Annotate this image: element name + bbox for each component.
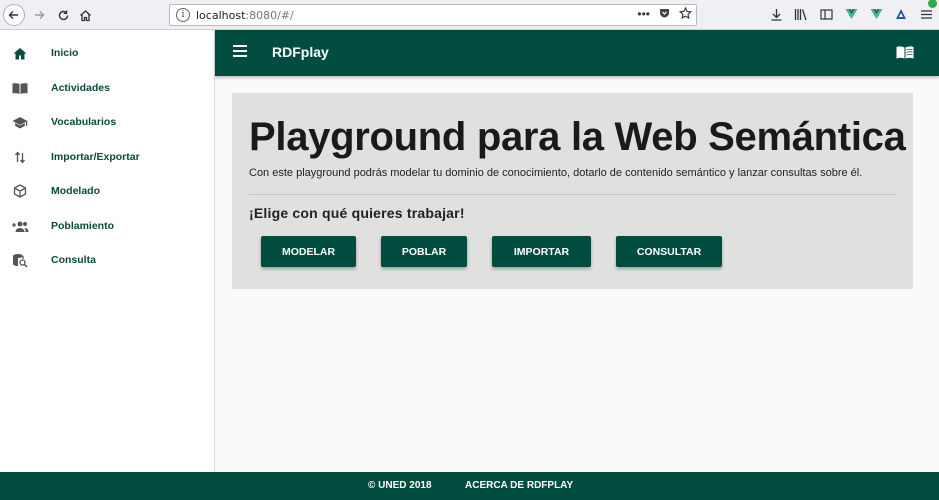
consultar-button[interactable]: CONSULTAR: [616, 236, 722, 267]
sidebar-item-inicio[interactable]: Inicio: [0, 36, 215, 70]
home-outline-icon: [79, 9, 91, 21]
sidebar-item-actividades[interactable]: Actividades: [0, 71, 215, 105]
database-search-icon: [11, 251, 29, 269]
arrow-left-icon: [8, 11, 18, 19]
sidebar-item-modelado[interactable]: Modelado: [0, 174, 215, 208]
app-title: RDFplay: [272, 44, 329, 60]
footer-copyright: © UNED 2018: [368, 480, 432, 491]
group-add-icon: [11, 217, 29, 235]
sidebar-item-label: Consulta: [51, 254, 96, 266]
url-path: :8080/#/: [245, 9, 294, 22]
url-text: localhost:8080/#/: [196, 9, 294, 22]
page-actions-icon[interactable]: •••: [637, 7, 650, 21]
home-icon: [11, 44, 29, 62]
app-bar: RDFplay: [215, 30, 939, 76]
info-icon[interactable]: i: [176, 8, 190, 22]
vue-devtools-icon[interactable]: [844, 5, 858, 23]
download-icon[interactable]: [769, 5, 783, 23]
cube-icon: [11, 182, 29, 200]
arrow-right-icon: [35, 11, 45, 19]
sidebar-item-poblamiento[interactable]: Poblamiento: [0, 209, 215, 243]
url-host: localhost: [196, 9, 246, 22]
sidebar-item-label: Vocabularios: [51, 116, 117, 128]
divider: [249, 194, 896, 195]
extension-triangle-icon[interactable]: [894, 5, 908, 23]
vue-extension-icon[interactable]: [869, 5, 883, 23]
sidebar-item-label: Importar/Exportar: [51, 151, 140, 163]
url-bar[interactable]: i localhost:8080/#/ •••: [169, 4, 697, 26]
library-icon[interactable]: [794, 5, 808, 23]
browser-toolbar: i localhost:8080/#/ •••: [0, 0, 939, 30]
hero-title: Playground para la Web Semántica: [249, 115, 906, 159]
footer: © UNED 2018 ACERCA DE RDFPLAY: [0, 472, 939, 500]
sidebar: Inicio Actividades Vocabularios Importar…: [0, 30, 215, 472]
import-export-icon: [11, 148, 29, 166]
sidebar-item-label: Modelado: [51, 185, 100, 197]
book-open-icon: [11, 79, 29, 97]
forward-button[interactable]: [28, 4, 50, 26]
hero-subtitle: Con este playground podrás modelar tu do…: [249, 167, 863, 179]
reload-icon: [58, 10, 68, 20]
sidebar-item-label: Actividades: [51, 82, 110, 94]
school-icon: [11, 113, 29, 131]
update-badge-icon: [928, 0, 937, 8]
hero-panel: Playground para la Web Semántica Con est…: [232, 93, 913, 289]
hero-prompt: ¡Elige con qué quieres trabajar!: [249, 205, 465, 221]
poblar-button[interactable]: POBLAR: [381, 236, 467, 267]
pocket-icon[interactable]: [658, 7, 671, 20]
menu-icon[interactable]: [233, 45, 247, 57]
about-link[interactable]: ACERCA DE RDFPLAY: [465, 480, 573, 491]
sidebar-item-label: Poblamiento: [51, 220, 115, 232]
sidebar-item-importar-exportar[interactable]: Importar/Exportar: [0, 140, 215, 174]
sidebar-item-label: Inicio: [51, 47, 79, 59]
bookmark-star-icon[interactable]: [679, 7, 692, 20]
book-open-icon[interactable]: [896, 45, 914, 61]
back-button[interactable]: [3, 4, 25, 26]
sidebar-item-vocabularios[interactable]: Vocabularios: [0, 105, 215, 139]
importar-button[interactable]: IMPORTAR: [492, 236, 591, 267]
menu-update-icon[interactable]: [919, 0, 937, 23]
sidebar-item-consulta[interactable]: Consulta: [0, 243, 215, 277]
sidebar-toggle-icon[interactable]: [819, 5, 833, 23]
modelar-button[interactable]: MODELAR: [261, 236, 356, 267]
home-button[interactable]: [74, 4, 96, 26]
reload-button[interactable]: [52, 4, 74, 26]
